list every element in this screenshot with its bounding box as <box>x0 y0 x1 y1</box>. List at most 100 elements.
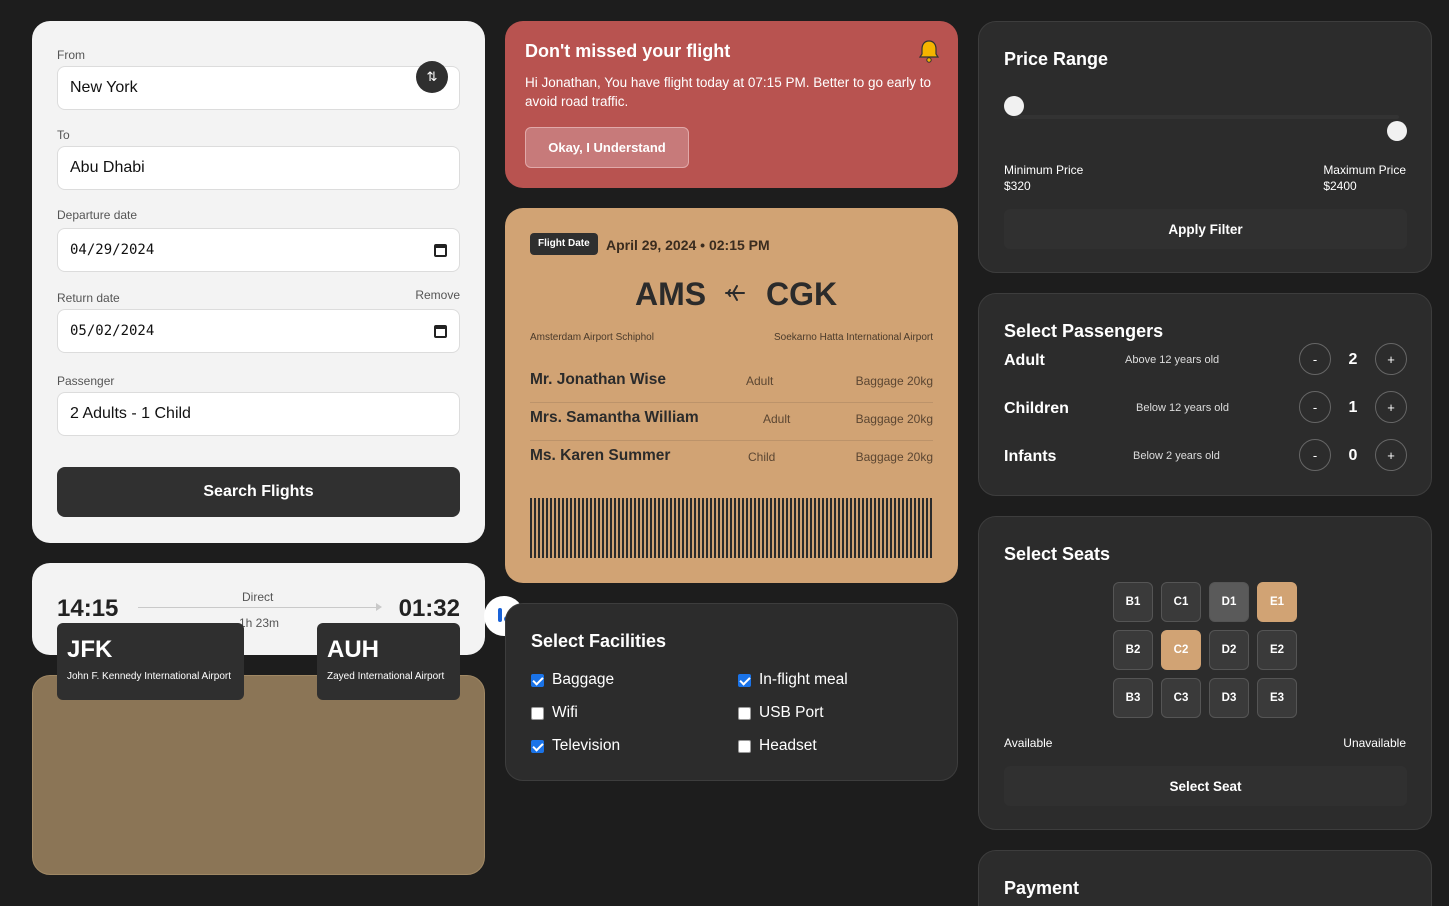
origin-airport-box: JFK John F. Kennedy International Airpor… <box>57 623 244 700</box>
children-label: Children <box>1004 400 1069 417</box>
facility-headset[interactable]: Headset <box>738 737 817 755</box>
passenger-row: Ms. Karen Summer Child Baggage 20kg <box>530 441 933 479</box>
facility-usb-port[interactable]: USB Port <box>738 704 824 722</box>
departure-date-value: 04/29/2024 <box>70 242 155 258</box>
max-price-handle[interactable] <box>1387 121 1407 141</box>
checkbox-unchecked[interactable] <box>738 706 751 720</box>
seat-d1[interactable]: D1 <box>1209 582 1249 622</box>
calendar-icon[interactable] <box>434 324 447 338</box>
alert-message: Hi Jonathan, You have flight today at 07… <box>525 75 932 109</box>
select-seat-button[interactable]: Select Seat <box>1004 766 1407 806</box>
destination-image <box>32 675 485 875</box>
bell-icon <box>918 39 940 68</box>
ticket-datetime: April 29, 2024 • 02:15 PM <box>606 237 770 253</box>
origin-name: John F. Kennedy International Airport <box>67 671 231 682</box>
facilities-title: Select Facilities <box>531 631 667 651</box>
return-label: Return date <box>57 291 120 305</box>
ticket-from-airport: Amsterdam Airport Schiphol <box>530 332 654 343</box>
checkbox-checked[interactable] <box>738 673 751 687</box>
return-date-value: 05/02/2024 <box>70 323 155 339</box>
seat-e1[interactable]: E1 <box>1257 582 1297 622</box>
passenger-baggage: Baggage 20kg <box>855 450 933 464</box>
passenger-name: Mrs. Samantha William <box>530 409 699 426</box>
passenger-type: Adult <box>763 412 791 426</box>
passengers-title: Select Passengers <box>1004 321 1164 341</box>
checkbox-checked[interactable] <box>531 739 544 753</box>
seat-c2[interactable]: C2 <box>1161 630 1201 670</box>
arrive-time: 01:32 <box>398 595 460 622</box>
seat-d2[interactable]: D2 <box>1209 630 1249 670</box>
children-count: 1 <box>1348 399 1358 416</box>
to-field[interactable]: Abu Dhabi <box>57 146 460 190</box>
available-legend: Available <box>1004 736 1053 750</box>
route-duration: 1h 23m <box>239 616 280 630</box>
adult-increment-button[interactable]: + <box>1375 343 1407 375</box>
remove-return-link[interactable]: Remove <box>415 288 460 302</box>
max-price-label: Maximum Price $2400 <box>1323 163 1406 193</box>
ticket-to-code: CGK <box>766 276 838 312</box>
ticket-from-code: AMS <box>635 276 707 312</box>
facility-wifi[interactable]: Wifi <box>531 704 578 722</box>
passenger-name: Ms. Karen Summer <box>530 447 671 464</box>
seat-b1[interactable]: B1 <box>1113 582 1153 622</box>
seat-b3[interactable]: B3 <box>1113 678 1153 718</box>
adult-desc: Above 12 years old <box>1125 354 1220 366</box>
infants-increment-button[interactable]: + <box>1375 439 1407 471</box>
barcode <box>530 498 933 558</box>
swap-icon[interactable]: ⇅ <box>416 61 448 93</box>
seat-e2[interactable]: E2 <box>1257 630 1297 670</box>
from-field[interactable]: New York <box>57 66 460 110</box>
checkbox-unchecked[interactable] <box>738 739 751 753</box>
understand-button[interactable]: Okay, I Understand <box>525 127 689 168</box>
seat-e3[interactable]: E3 <box>1257 678 1297 718</box>
passengers-card: Select Passengers Adult Above 12 years o… <box>978 293 1432 496</box>
price-range-title: Price Range <box>1004 49 1109 69</box>
passenger-field[interactable]: 2 Adults - 1 Child <box>57 392 460 436</box>
departure-label: Departure date <box>57 208 138 222</box>
children-increment-button[interactable]: + <box>1375 391 1407 423</box>
passenger-row: Mr. Jonathan Wise Adult Baggage 20kg <box>530 365 933 403</box>
infants-label: Infants <box>1004 448 1057 465</box>
adult-count: 2 <box>1348 351 1358 368</box>
seat-c1[interactable]: C1 <box>1161 582 1201 622</box>
checkbox-checked[interactable] <box>531 673 544 687</box>
facilities-card: Select Facilities Baggage In-flight meal… <box>505 603 958 781</box>
passenger-value: 2 Adults - 1 Child <box>70 405 191 422</box>
infants-decrement-button[interactable]: - <box>1299 439 1331 471</box>
apply-filter-button[interactable]: Apply Filter <box>1004 209 1407 249</box>
min-price-value: $320 <box>1004 179 1031 193</box>
to-label: To <box>57 128 70 142</box>
facility-television[interactable]: Television <box>531 737 620 755</box>
search-flights-button[interactable]: Search Flights <box>57 467 460 517</box>
payment-title: Payment <box>1004 878 1080 898</box>
alert-title: Don't missed your flight <box>525 41 731 61</box>
unavailable-legend: Unavailable <box>1343 736 1406 750</box>
adult-label: Adult <box>1004 352 1045 369</box>
facility-inflight-meal[interactable]: In-flight meal <box>738 671 848 689</box>
passenger-type: Adult <box>746 374 774 388</box>
from-value: New York <box>70 79 138 96</box>
min-price-label: Minimum Price $320 <box>1004 163 1084 193</box>
destination-airport-box: AUH Zayed International Airport <box>317 623 460 700</box>
route-arrow-icon <box>376 603 382 611</box>
children-decrement-button[interactable]: - <box>1299 391 1331 423</box>
boarding-ticket: Flight Date April 29, 2024 • 02:15 PM AM… <box>505 208 958 583</box>
price-slider-track <box>1013 115 1399 119</box>
seat-d3[interactable]: D3 <box>1209 678 1249 718</box>
return-date-field[interactable]: 05/02/2024 <box>57 309 460 353</box>
destination-name: Zayed International Airport <box>327 671 445 682</box>
checkbox-unchecked[interactable] <box>531 706 544 720</box>
passenger-type: Child <box>748 450 776 464</box>
departure-date-field[interactable]: 04/29/2024 <box>57 228 460 272</box>
adult-decrement-button[interactable]: - <box>1299 343 1331 375</box>
facility-baggage[interactable]: Baggage <box>531 671 614 689</box>
min-price-handle[interactable] <box>1004 96 1024 116</box>
seat-c3[interactable]: C3 <box>1161 678 1201 718</box>
calendar-icon[interactable] <box>434 243 447 257</box>
seat-b2[interactable]: B2 <box>1113 630 1153 670</box>
seats-card: Select Seats B1 C1 D1 E1 B2 C2 D2 E2 B3 … <box>978 516 1432 830</box>
to-value: Abu Dhabi <box>70 159 145 176</box>
price-range-card: Price Range Minimum Price $320 Maximum P… <box>978 21 1432 273</box>
infants-count: 0 <box>1348 447 1358 464</box>
passenger-name: Mr. Jonathan Wise <box>530 371 666 388</box>
